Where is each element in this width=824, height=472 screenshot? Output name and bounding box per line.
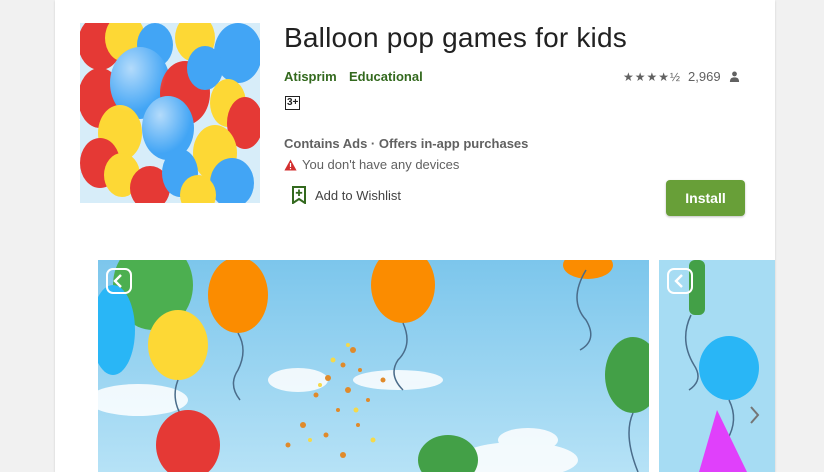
warning-triangle-icon <box>284 159 297 171</box>
add-to-wishlist-button[interactable]: Add to Wishlist <box>292 186 401 204</box>
person-icon <box>724 71 740 82</box>
install-button[interactable]: Install <box>666 180 745 216</box>
app-details-card: Balloon pop games for kids Atisprim Educ… <box>55 0 775 472</box>
rating-count: 2,969 <box>688 69 721 84</box>
app-title: Balloon pop games for kids <box>284 22 627 53</box>
ads-notice: Contains Ads · Offers in-app purchases <box>284 136 529 151</box>
chevron-right-icon[interactable] <box>745 402 765 428</box>
device-warning: You don't have any devices <box>284 157 459 172</box>
bookmark-plus-icon <box>292 186 306 204</box>
developer-link[interactable]: Atisprim <box>284 69 337 84</box>
screenshot-1[interactable] <box>98 260 649 472</box>
back-arrow-icon <box>667 268 693 294</box>
app-icon <box>80 23 260 203</box>
content-rating-badge: 3+ <box>285 96 301 110</box>
rating-summary[interactable]: ★★★★½ 2,969 <box>623 69 740 84</box>
category-link[interactable]: Educational <box>349 69 423 84</box>
wishlist-label: Add to Wishlist <box>315 187 401 203</box>
screenshot-2[interactable] <box>659 260 775 472</box>
back-arrow-icon <box>106 268 132 294</box>
rating-stars: ★★★★½ <box>623 69 682 84</box>
device-warning-text: You don't have any devices <box>302 157 460 172</box>
